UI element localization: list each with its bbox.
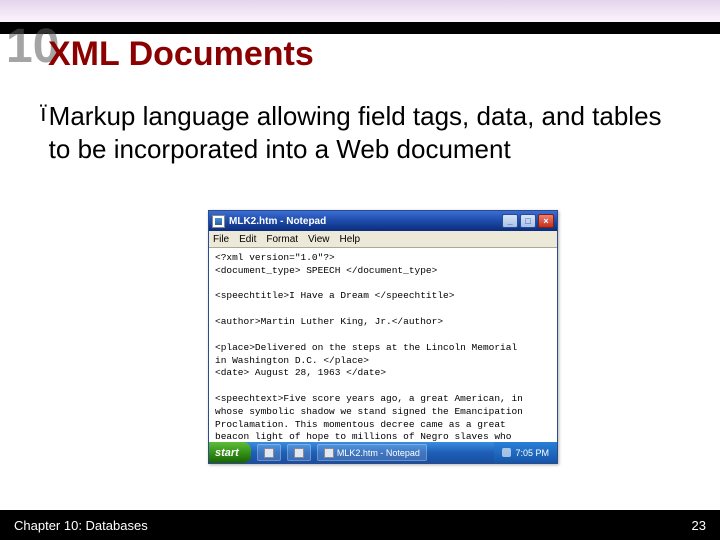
top-black-bar bbox=[0, 22, 720, 34]
menu-help[interactable]: Help bbox=[340, 234, 361, 245]
menu-view[interactable]: View bbox=[308, 234, 330, 245]
menu-file[interactable]: File bbox=[213, 234, 229, 245]
maximize-button[interactable]: □ bbox=[520, 214, 536, 228]
page-number: 23 bbox=[692, 518, 706, 533]
back-arrow-icon: ï bbox=[40, 100, 47, 129]
footer-left: Chapter 10: Databases bbox=[14, 518, 148, 533]
minimize-button[interactable]: _ bbox=[502, 214, 518, 228]
slide-content: ï Markup language allowing field tags, d… bbox=[40, 100, 690, 165]
slide-footer: Chapter 10: Databases 23 bbox=[0, 510, 720, 540]
taskbar-item-label: MLK2.htm - Notepad bbox=[337, 448, 420, 458]
system-tray[interactable]: 7:05 PM bbox=[494, 442, 557, 463]
clock: 7:05 PM bbox=[515, 448, 549, 458]
notepad-icon bbox=[212, 215, 225, 228]
body-text: Markup language allowing field tags, dat… bbox=[49, 100, 690, 165]
notepad-window: MLK2.htm - Notepad _ □ × File Edit Forma… bbox=[208, 210, 558, 464]
taskbar-item-notepad[interactable]: MLK2.htm - Notepad bbox=[317, 444, 427, 461]
taskbar-item[interactable] bbox=[257, 444, 281, 461]
slide-title: XML Documents bbox=[48, 35, 314, 74]
app-icon bbox=[294, 448, 304, 458]
tray-icon bbox=[502, 448, 511, 457]
menu-format[interactable]: Format bbox=[266, 234, 298, 245]
bullet-item: ï Markup language allowing field tags, d… bbox=[40, 100, 690, 165]
titlebar[interactable]: MLK2.htm - Notepad _ □ × bbox=[209, 211, 557, 231]
window-title: MLK2.htm - Notepad bbox=[229, 216, 502, 227]
editor-area[interactable]: <?xml version="1.0"?> <document_type> SP… bbox=[209, 248, 557, 444]
app-icon bbox=[324, 448, 334, 458]
taskbar-item[interactable] bbox=[287, 444, 311, 461]
app-icon bbox=[264, 448, 274, 458]
menu-edit[interactable]: Edit bbox=[239, 234, 256, 245]
menubar: File Edit Format View Help bbox=[209, 231, 557, 248]
window-controls: _ □ × bbox=[502, 214, 554, 228]
taskbar: start MLK2.htm - Notepad 7:05 PM bbox=[209, 442, 557, 463]
chapter-number: 10 bbox=[6, 24, 36, 70]
close-button[interactable]: × bbox=[538, 214, 554, 228]
start-button[interactable]: start bbox=[209, 442, 251, 463]
